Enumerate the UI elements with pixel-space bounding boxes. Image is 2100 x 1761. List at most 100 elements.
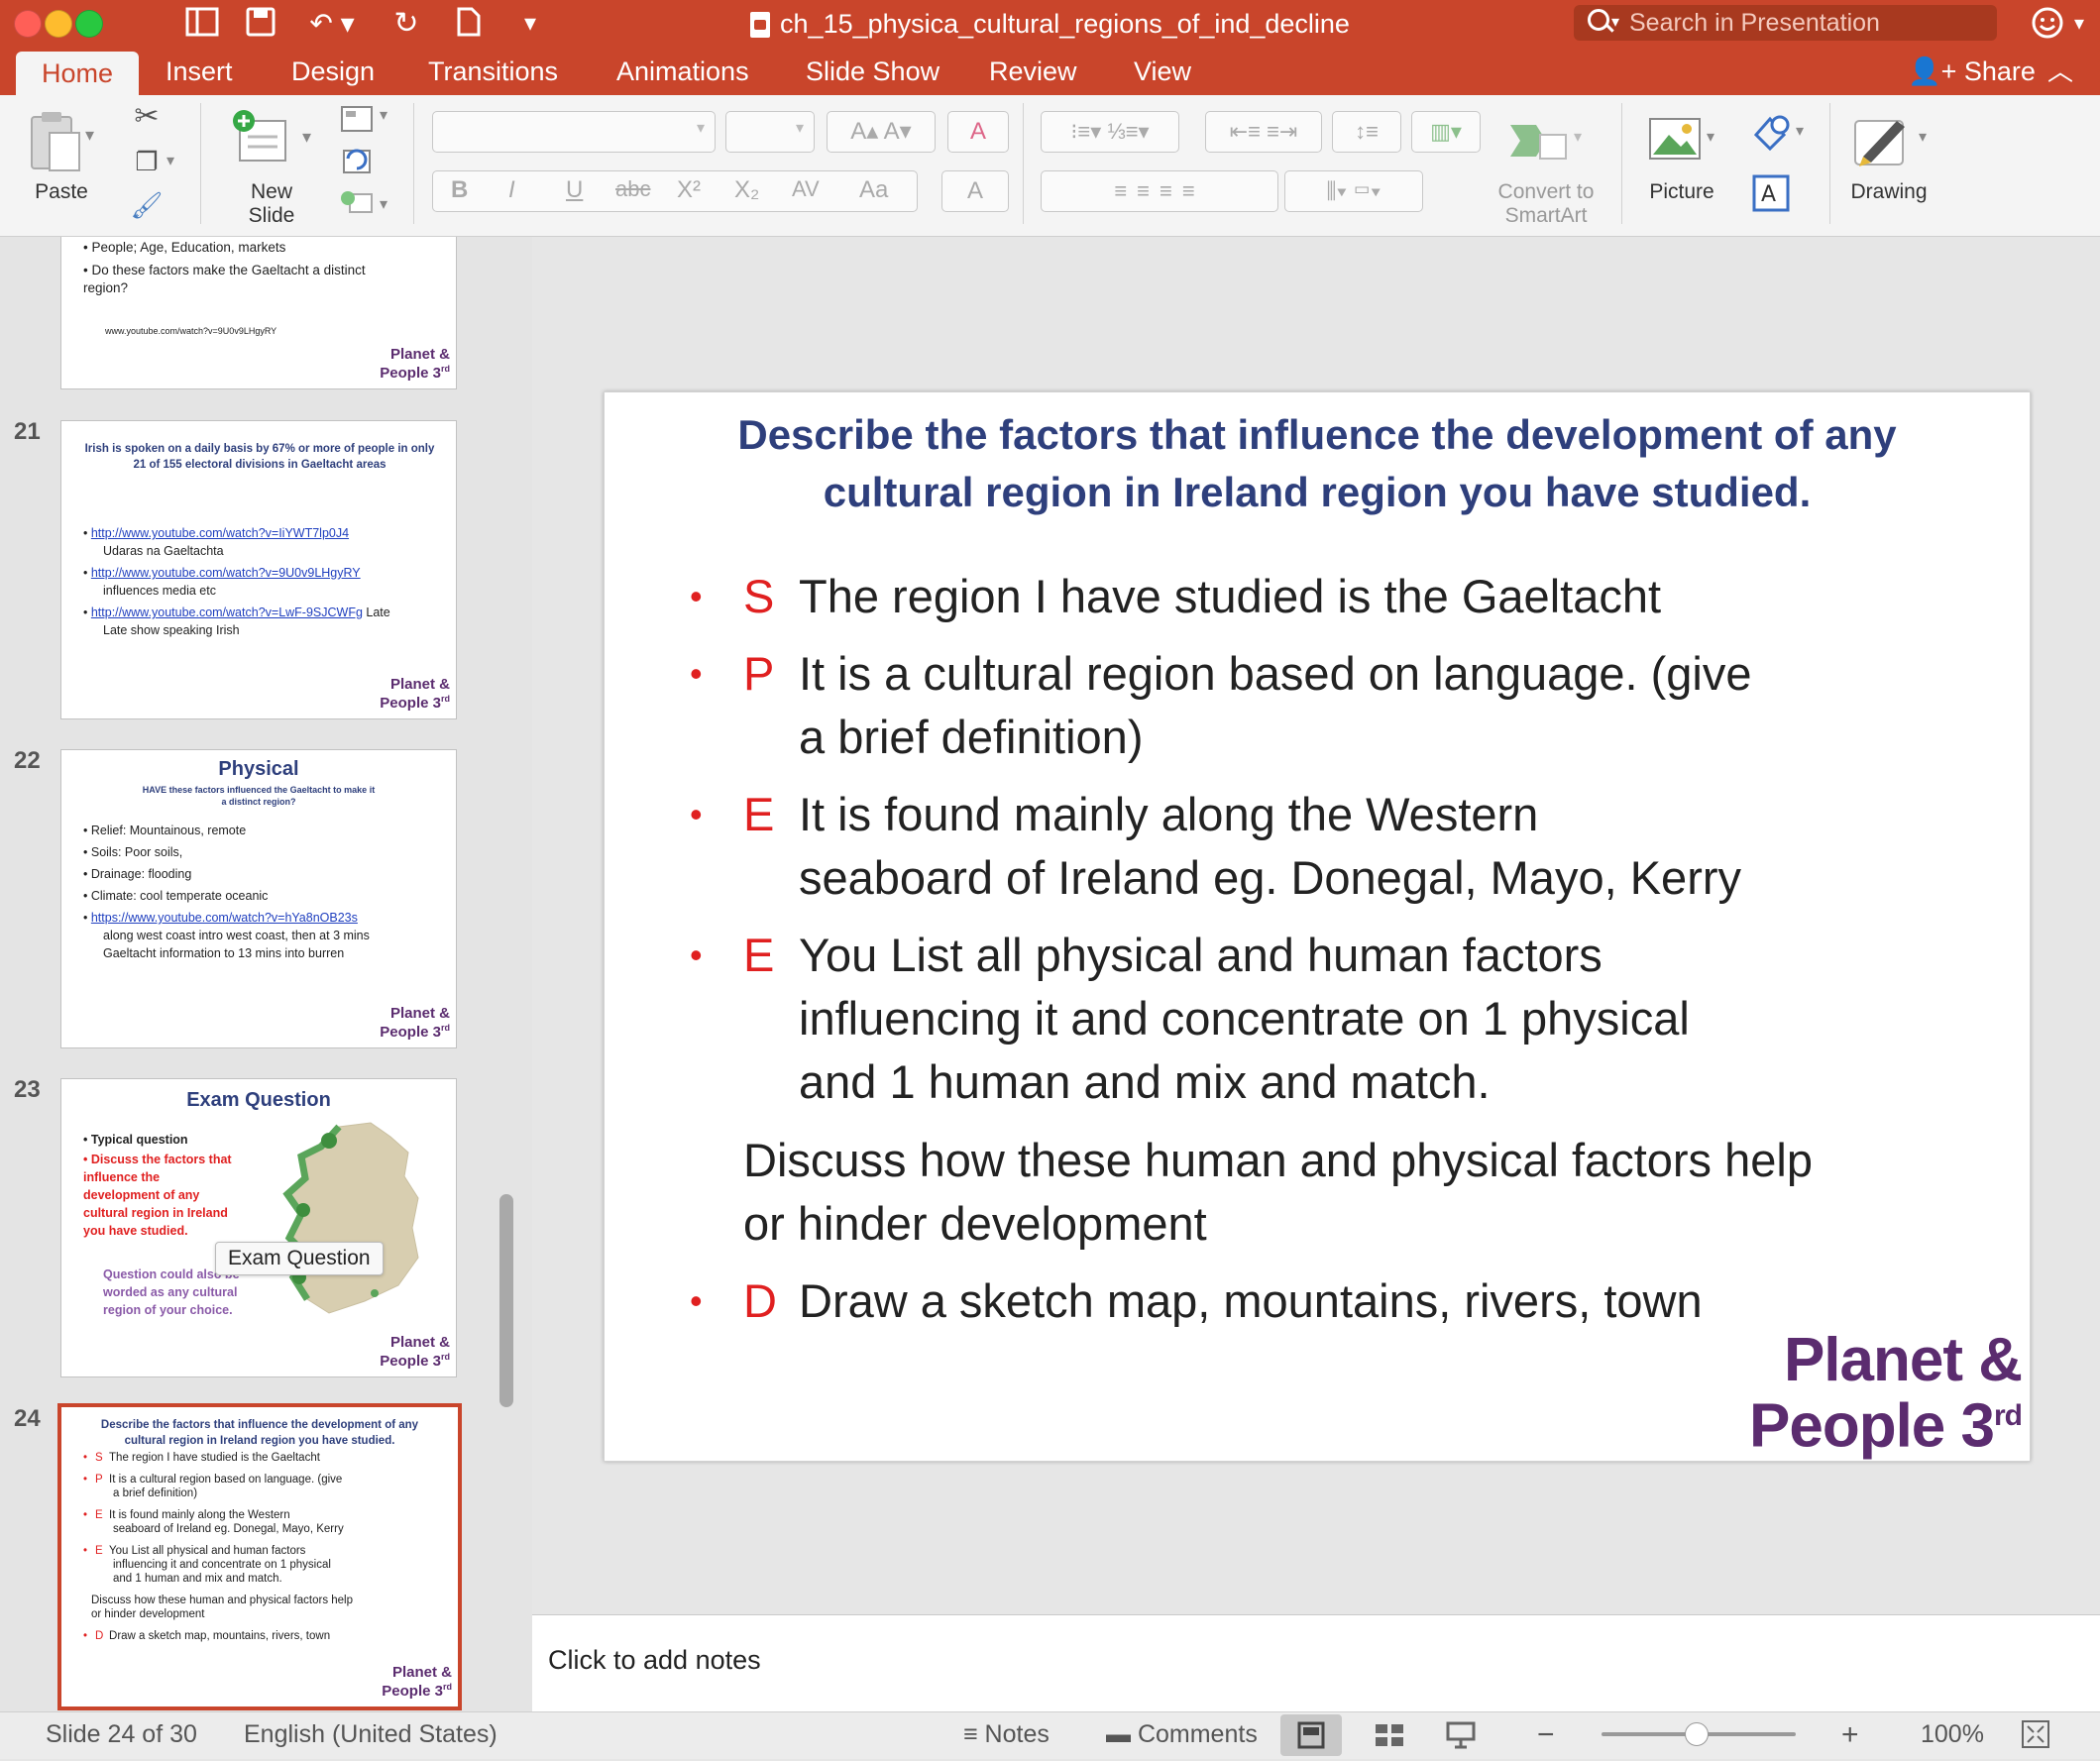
thumb-logo-sup: rd: [441, 694, 450, 704]
copy-icon[interactable]: ❐: [127, 147, 166, 177]
tab-design[interactable]: Design: [291, 48, 375, 95]
thumb-subtitle: HAVE these factors influenced the Gaelta…: [142, 785, 376, 807]
share-button[interactable]: 👤+ Share: [1908, 48, 2036, 95]
paste-button[interactable]: Paste: [20, 180, 103, 204]
decrease-font-size-button[interactable]: A▾: [884, 118, 912, 145]
new-slide-icon[interactable]: [230, 107, 289, 172]
drawing-icon[interactable]: [1849, 111, 1915, 172]
text-direction-icon[interactable]: ⫼▾: [1326, 178, 1347, 203]
document-title-text: ch_15_physica_cultural_regions_of_ind_de…: [780, 9, 1350, 39]
increase-indent-icon[interactable]: ≡⇥: [1267, 119, 1297, 144]
thumb-bullet-text: and 1 human and mix and match.: [113, 1573, 282, 1585]
slide-thumbnail-24-selected[interactable]: Describe the factors that influence the …: [57, 1403, 462, 1710]
thumb-bullet-text: Soils: Poor soils,: [90, 845, 183, 859]
align-center-icon[interactable]: ≡: [1137, 178, 1160, 203]
superscript-button[interactable]: X²: [677, 176, 701, 204]
presenter-view-icon[interactable]: [1445, 1720, 1479, 1752]
font-color-button[interactable]: A: [941, 170, 1009, 212]
chevron-down-icon[interactable]: ▾: [302, 127, 311, 148]
slide-thumbnail-21[interactable]: Irish is spoken on a daily basis by 67% …: [60, 420, 457, 719]
text-direction-buttons[interactable]: ⫼▾ ▭▾: [1284, 170, 1423, 212]
clipboard-icon[interactable]: [26, 109, 83, 172]
decrease-indent-icon[interactable]: ⇤≡: [1230, 119, 1261, 144]
tab-animations[interactable]: Animations: [616, 48, 749, 95]
align-text-icon[interactable]: ▭▾: [1353, 178, 1381, 203]
tab-slide-show[interactable]: Slide Show: [806, 48, 939, 95]
columns-icon[interactable]: ▥▾: [1411, 111, 1481, 153]
normal-view-button[interactable]: [1280, 1714, 1342, 1756]
align-right-icon[interactable]: ≡: [1160, 178, 1182, 203]
indent-buttons[interactable]: ⇤≡ ≡⇥: [1205, 111, 1322, 153]
thumbnail-scrollbar[interactable]: [499, 1194, 513, 1407]
text-box-icon[interactable]: A: [1750, 172, 1794, 212]
bullet-text: and 1 human and mix and match.: [799, 1055, 1491, 1108]
numbering-icon[interactable]: ⅓≡▾: [1107, 119, 1149, 144]
comments-button[interactable]: ▬ Comments: [1106, 1711, 1258, 1758]
slide-title[interactable]: Describe the factors that influence the …: [703, 406, 1932, 521]
thumb-bullet-text: Draw a sketch map, mountains, rivers, to…: [109, 1630, 331, 1642]
zoom-level[interactable]: 100%: [1921, 1711, 1984, 1758]
subscript-button[interactable]: X₂: [734, 176, 759, 204]
search-input[interactable]: ▾ Search in Presentation: [1574, 5, 1997, 41]
underline-button[interactable]: U: [566, 176, 583, 204]
thumb-bullet-text: a brief definition): [113, 1487, 198, 1499]
reset-slide-icon[interactable]: [340, 145, 380, 178]
collapse-ribbon-icon[interactable]: ︿: [2047, 48, 2073, 95]
smiley-feedback-icon[interactable]: [2030, 6, 2065, 42]
chevron-down-icon[interactable]: ▾: [2069, 6, 2089, 42]
section-icon[interactable]: [340, 188, 380, 222]
justify-icon[interactable]: ≡: [1182, 178, 1205, 203]
zoom-in-button[interactable]: +: [1841, 1711, 1859, 1758]
zoom-slider-thumb[interactable]: [1685, 1722, 1709, 1746]
tab-review[interactable]: Review: [989, 48, 1077, 95]
drawing-button[interactable]: Drawing: [1839, 180, 1938, 204]
font-name-select[interactable]: ▾: [432, 111, 716, 153]
thumb-logo: Planet & People 3rd: [380, 1335, 450, 1370]
bullets-icon[interactable]: ⁝≡▾: [1070, 119, 1101, 144]
thumb-bullet-text: People; Age, Education, markets: [91, 240, 286, 255]
tab-view[interactable]: View: [1134, 48, 1191, 95]
picture-icon[interactable]: [1647, 113, 1705, 166]
convert-to-smartart-button[interactable]: Convert to SmartArt: [1487, 180, 1605, 228]
thumb-logo-line2: People 3: [380, 1353, 441, 1370]
bullets-numbering-buttons[interactable]: ⁝≡▾ ⅓≡▾: [1041, 111, 1179, 153]
bold-button[interactable]: B: [451, 176, 468, 204]
notes-pane[interactable]: [532, 1614, 2100, 1712]
italic-button[interactable]: I: [508, 176, 515, 204]
thumb-bullet-text: or hinder development: [91, 1608, 205, 1620]
clear-formatting-icon[interactable]: A: [947, 111, 1009, 153]
tab-insert[interactable]: Insert: [166, 48, 233, 95]
increase-font-size-button[interactable]: A▴: [850, 118, 878, 145]
zoom-out-button[interactable]: −: [1537, 1711, 1555, 1758]
align-left-icon[interactable]: ≡: [1114, 178, 1137, 203]
tab-home[interactable]: Home: [16, 52, 139, 95]
slide-sorter-icon[interactable]: [1374, 1720, 1407, 1752]
font-size-change-buttons[interactable]: A▴ A▾: [827, 111, 936, 153]
tab-transitions[interactable]: Transitions: [428, 48, 558, 95]
notes-placeholder[interactable]: Click to add notes: [548, 1645, 761, 1676]
format-painter-icon[interactable]: 🖌: [127, 190, 166, 221]
new-slide-button[interactable]: New Slide: [226, 180, 317, 228]
character-spacing-button[interactable]: AV: [792, 176, 820, 202]
bullet-text: You List all physical and human factors: [799, 929, 1603, 981]
thumb-bullet: • Soils: Poor soils,: [83, 845, 183, 859]
line-spacing-icon[interactable]: ↕≡: [1332, 111, 1401, 153]
cut-icon[interactable]: ✂: [127, 99, 166, 134]
language-indicator[interactable]: English (United States): [244, 1711, 497, 1758]
strikethrough-button[interactable]: abc: [615, 176, 650, 202]
smartart-icon[interactable]: [1506, 115, 1570, 166]
font-size-select[interactable]: ▾: [725, 111, 815, 153]
picture-button[interactable]: Picture: [1631, 180, 1732, 204]
slide-thumbnail-20[interactable]: • People; Age, Education, markets • Do t…: [60, 237, 457, 389]
notes-button[interactable]: ≡ Notes: [963, 1711, 1050, 1758]
change-case-button[interactable]: Aa: [859, 176, 888, 204]
bullet-text: a brief definition): [799, 711, 1144, 763]
chevron-down-icon[interactable]: ▾: [85, 125, 94, 146]
slide-thumbnail-23[interactable]: Exam Question • Typical question • Discu…: [60, 1078, 457, 1377]
shapes-icon[interactable]: [1750, 113, 1794, 152]
fit-to-window-icon[interactable]: [2020, 1718, 2051, 1750]
convert-label-2: SmartArt: [1504, 204, 1588, 227]
bullet-text: It is a cultural region based on languag…: [799, 647, 1752, 700]
layout-icon[interactable]: [340, 105, 380, 137]
slide-thumbnail-22[interactable]: Physical HAVE these factors influenced t…: [60, 749, 457, 1048]
